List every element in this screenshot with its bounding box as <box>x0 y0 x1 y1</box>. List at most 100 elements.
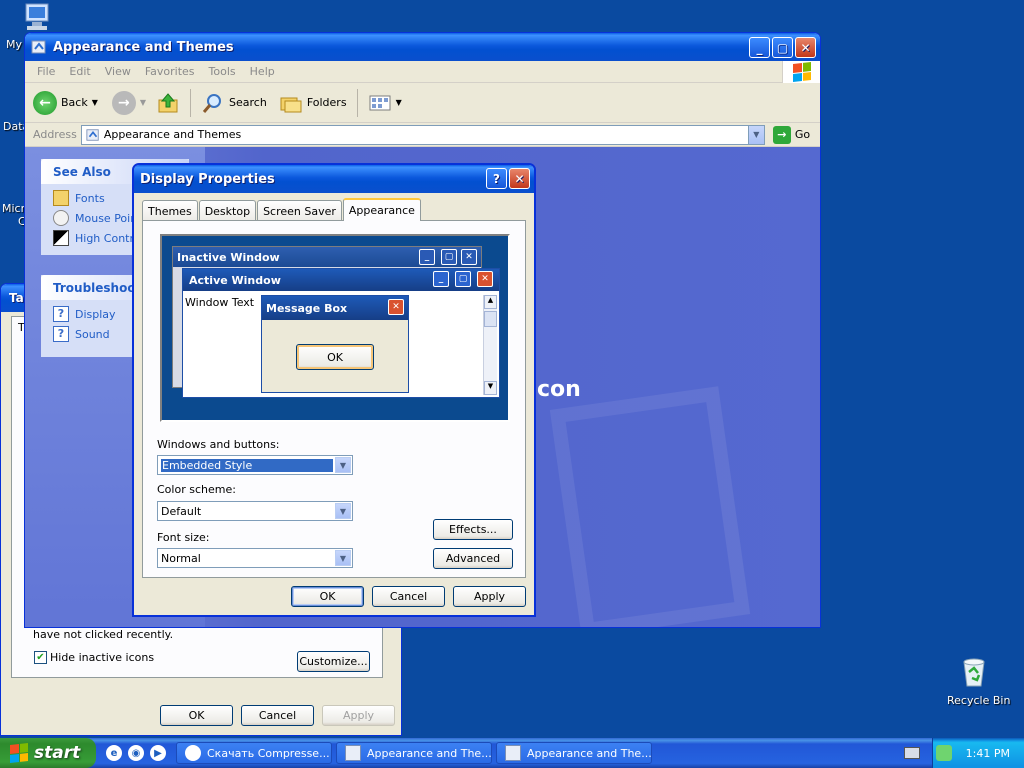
taskbar-properties-cancel-button[interactable]: Cancel <box>241 705 314 726</box>
help-icon: ? <box>53 306 69 322</box>
desktop-label-my-computer: My <box>6 38 23 51</box>
color-scheme-value: Default <box>161 504 202 518</box>
chevron-down-icon[interactable]: ▼ <box>335 503 351 519</box>
menu-help[interactable]: Help <box>250 65 275 78</box>
menu-view[interactable]: View <box>105 65 131 78</box>
hide-inactive-icons-label: Hide inactive icons <box>50 651 155 664</box>
menu-file[interactable]: File <box>37 65 55 78</box>
tab-screen-saver[interactable]: Screen Saver <box>257 200 342 221</box>
menu-edit[interactable]: Edit <box>69 65 90 78</box>
display-properties-apply-button[interactable]: Apply <box>453 586 526 607</box>
address-folder-icon <box>86 128 99 141</box>
font-size-value: Normal <box>161 551 201 565</box>
fonts-folder-icon <box>53 190 69 206</box>
font-size-label: Font size: <box>157 531 210 544</box>
views-dropdown-icon: ▼ <box>395 98 402 107</box>
desktop-label-recycle-bin: Recycle Bin <box>947 694 1011 707</box>
tab-appearance[interactable]: Appearance <box>342 198 421 221</box>
task-button-appearance-1[interactable]: Appearance and The... <box>336 742 492 764</box>
quick-launch: e ◉ ▶ <box>96 745 176 761</box>
see-also-fonts-label: Fonts <box>75 191 105 205</box>
clock[interactable]: 1:41 PM <box>966 747 1010 760</box>
show-desktop-icon[interactable]: ▶ <box>150 745 166 761</box>
preview-message-ok-button: OK <box>296 344 374 370</box>
font-size-select[interactable]: Normal ▼ <box>157 548 353 568</box>
task-button-download[interactable]: Скачать Compresse... <box>176 742 332 764</box>
preview-message-box: Message Box ✕ OK <box>261 295 409 393</box>
troubleshooter-display-label: Display <box>75 307 116 321</box>
my-computer-icon[interactable] <box>22 2 54 32</box>
taskbar-properties-ok-button[interactable]: OK <box>160 705 233 726</box>
maximize-icon: ▢ <box>441 249 457 265</box>
preview-inactive-titlebar: Inactive Window _ ▢ ✕ <box>173 247 481 267</box>
customize-button[interactable]: Customize... <box>297 651 370 672</box>
pick-icon-text: con <box>537 377 581 402</box>
display-properties-ok-button[interactable]: OK <box>291 586 364 607</box>
taskbar-properties-apply-button[interactable]: Apply <box>322 705 395 726</box>
taskbar-properties-description: have not clicked recently. <box>33 628 174 641</box>
effects-button[interactable]: Effects... <box>433 519 513 540</box>
control-panel-icon <box>31 40 46 54</box>
preview-active-titlebar: Active Window _ ▢ ✕ <box>183 269 499 291</box>
views-button[interactable]: ▼ <box>368 93 402 113</box>
chevron-down-icon[interactable]: ▼ <box>335 550 351 566</box>
menu-favorites[interactable]: Favorites <box>145 65 195 78</box>
close-icon[interactable]: ✕ <box>509 168 530 189</box>
address-input[interactable]: Appearance and Themes ▼ <box>80 124 765 145</box>
chevron-down-icon[interactable]: ▼ <box>335 457 351 473</box>
display-properties-titlebar[interactable]: Display Properties ? ✕ <box>134 165 534 193</box>
hide-inactive-icons-checkbox[interactable]: ✔ <box>34 651 47 664</box>
windows-flag-icon <box>10 743 28 763</box>
back-button[interactable]: ← Back ▼ <box>33 90 98 115</box>
preview-inactive-title: Inactive Window <box>177 250 280 264</box>
explorer-titlebar[interactable]: Appearance and Themes _ ▢ ✕ <box>25 33 820 61</box>
menu-tools[interactable]: Tools <box>209 65 236 78</box>
high-contrast-icon <box>53 230 69 246</box>
maximize-icon[interactable]: ▢ <box>772 37 793 58</box>
forward-button[interactable]: → ▼ <box>111 90 146 115</box>
views-icon <box>369 95 391 110</box>
menu-bar: File Edit View Favorites Tools Help <box>25 61 820 83</box>
internet-explorer-icon[interactable]: e <box>106 745 122 761</box>
search-button[interactable]: Search <box>201 91 267 115</box>
start-button[interactable]: start <box>0 738 96 768</box>
task-button-appearance-2[interactable]: Appearance and The... <box>496 742 652 764</box>
search-label: Search <box>229 96 267 109</box>
folders-button[interactable]: Folders <box>279 91 347 115</box>
preview-active-title: Active Window <box>189 273 281 287</box>
up-folder-button[interactable] <box>156 91 180 115</box>
windows-buttons-select[interactable]: Embedded Style ▼ <box>157 455 353 475</box>
help-icon[interactable]: ? <box>486 168 507 189</box>
network-icon[interactable] <box>935 745 952 761</box>
keyboard-icon[interactable] <box>904 747 920 759</box>
address-value: Appearance and Themes <box>103 128 242 141</box>
system-tray: 1:41 PM <box>932 738 1024 768</box>
recycle-bin-icon[interactable] <box>958 656 990 688</box>
display-properties-dialog: Display Properties ? ✕ Themes Desktop Sc… <box>132 163 536 617</box>
go-label: Go <box>794 128 811 141</box>
close-icon: ✕ <box>477 271 493 287</box>
tab-themes[interactable]: Themes <box>142 200 198 221</box>
control-panel-icon <box>345 745 361 761</box>
toolbar-separator <box>356 88 358 117</box>
back-dropdown-icon[interactable]: ▼ <box>92 98 98 107</box>
windows-logo-icon <box>782 61 820 83</box>
appearance-preview: Inactive Window _ ▢ ✕ Active Window _ ▢ … <box>160 234 510 422</box>
scroll-thumb <box>484 311 497 327</box>
media-player-icon[interactable]: ◉ <box>128 745 144 761</box>
forward-dropdown-icon[interactable]: ▼ <box>140 98 146 107</box>
display-properties-cancel-button[interactable]: Cancel <box>372 586 445 607</box>
address-dropdown-icon[interactable]: ▼ <box>747 125 764 144</box>
minimize-icon[interactable]: _ <box>749 37 770 58</box>
scroll-down-icon: ▼ <box>484 381 497 395</box>
color-scheme-select[interactable]: Default ▼ <box>157 501 353 521</box>
close-icon[interactable]: ✕ <box>795 37 816 58</box>
troubleshooter-sound-label: Sound <box>75 327 110 341</box>
mouse-icon <box>53 210 69 226</box>
advanced-button[interactable]: Advanced <box>433 548 513 569</box>
go-button[interactable]: → Go <box>772 125 811 144</box>
folders-label: Folders <box>306 96 347 109</box>
go-arrow-icon: → <box>772 125 791 144</box>
tab-desktop[interactable]: Desktop <box>198 200 257 221</box>
address-label: Address <box>33 128 77 141</box>
